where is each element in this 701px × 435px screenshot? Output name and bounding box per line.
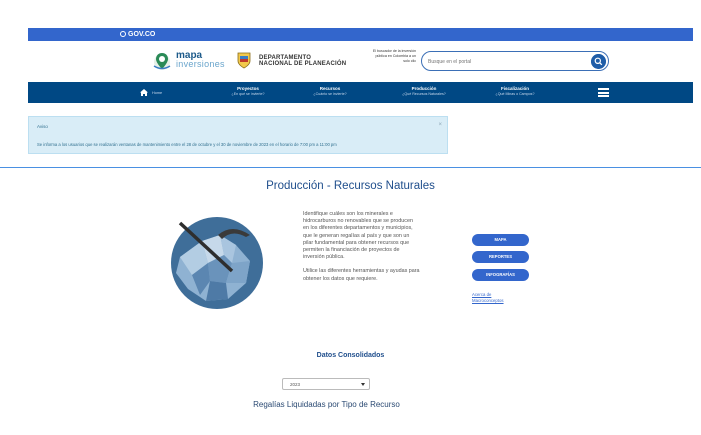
dnp-line-2: NACIONAL DE PLANEACIÓN: [259, 61, 347, 67]
nav-home-label: Home: [152, 90, 163, 95]
nav-item-proyectos[interactable]: Proyectos ¿En qué se invierte?: [208, 86, 288, 97]
menu-icon[interactable]: [598, 88, 609, 97]
mapa-button[interactable]: MAPA: [472, 234, 529, 246]
description-paragraph-2: Utilice las diferentes herramientas y ay…: [303, 268, 420, 282]
infografias-button[interactable]: INFOGRAFÍAS: [472, 269, 529, 281]
nav-item-subtitle: ¿Cuánto se invierte?: [313, 92, 347, 96]
description-paragraph-1: Identifique cuáles son los minerales e h…: [303, 211, 413, 261]
gov-co-bar: GOV.CO: [28, 28, 693, 41]
mining-illustration-icon: [171, 217, 263, 309]
main-nav: Home Proyectos ¿En qué se invierte? Recu…: [28, 82, 693, 103]
close-icon[interactable]: ×: [438, 122, 442, 128]
consolidated-data-heading: Datos Consolidados: [316, 352, 385, 359]
alert-title: Aviso: [37, 124, 48, 129]
gov-co-icon: [120, 31, 126, 37]
home-icon: [140, 89, 148, 96]
section-divider: [0, 167, 701, 168]
search-input[interactable]: [428, 57, 578, 66]
dnp-logo[interactable]: DEPARTAMENTO NACIONAL DE PLANEACIÓN: [259, 55, 346, 67]
mapa-inversiones-logo-icon[interactable]: [152, 50, 172, 72]
site-header: mapa inversiones DEPARTAMENTO NACIONAL D…: [28, 41, 693, 81]
chart-title: Regalías Liquidadas por Tipo de Recurso: [253, 400, 400, 409]
search-box: [421, 51, 609, 71]
logo-line-2: inversiones: [176, 59, 225, 69]
acerca-de-macroconceptos-link[interactable]: Acerca de Macroconceptos: [472, 292, 522, 304]
alert-message: Se informa a los usuarios que se realiza…: [37, 142, 337, 147]
nav-item-produccion[interactable]: Producción ¿Qué Recursos Naturales?: [384, 86, 464, 97]
header-tagline: El buscador de la inversión pública en C…: [372, 49, 416, 63]
mapa-inversiones-logo[interactable]: mapa inversiones: [176, 51, 225, 69]
gov-co-label[interactable]: GOV.CO: [128, 31, 155, 38]
nav-item-subtitle: ¿Qué Minas o Campos?: [495, 92, 535, 96]
maintenance-alert: Aviso × Se informa a los usuarios que se…: [28, 116, 448, 154]
nav-item-fiscalizacion[interactable]: Fiscalización ¿Qué Minas o Campos?: [474, 86, 556, 97]
search-icon[interactable]: [591, 54, 606, 69]
nav-item-subtitle: ¿En qué se invierte?: [231, 92, 265, 96]
reportes-button[interactable]: REPORTES: [472, 251, 529, 263]
year-select[interactable]: 2023: [282, 378, 370, 390]
nav-item-recursos[interactable]: Recursos ¿Cuánto se invierte?: [290, 86, 370, 97]
page-title: Producción - Recursos Naturales: [266, 180, 435, 192]
colombia-shield-icon: [237, 52, 251, 69]
nav-item-home[interactable]: Home: [140, 89, 162, 96]
chevron-down-icon: [361, 383, 365, 386]
section-description: Identifique cuáles son los minerales e h…: [303, 211, 420, 290]
year-select-value: 2023: [290, 382, 301, 387]
nav-item-subtitle: ¿Qué Recursos Naturales?: [402, 92, 446, 96]
